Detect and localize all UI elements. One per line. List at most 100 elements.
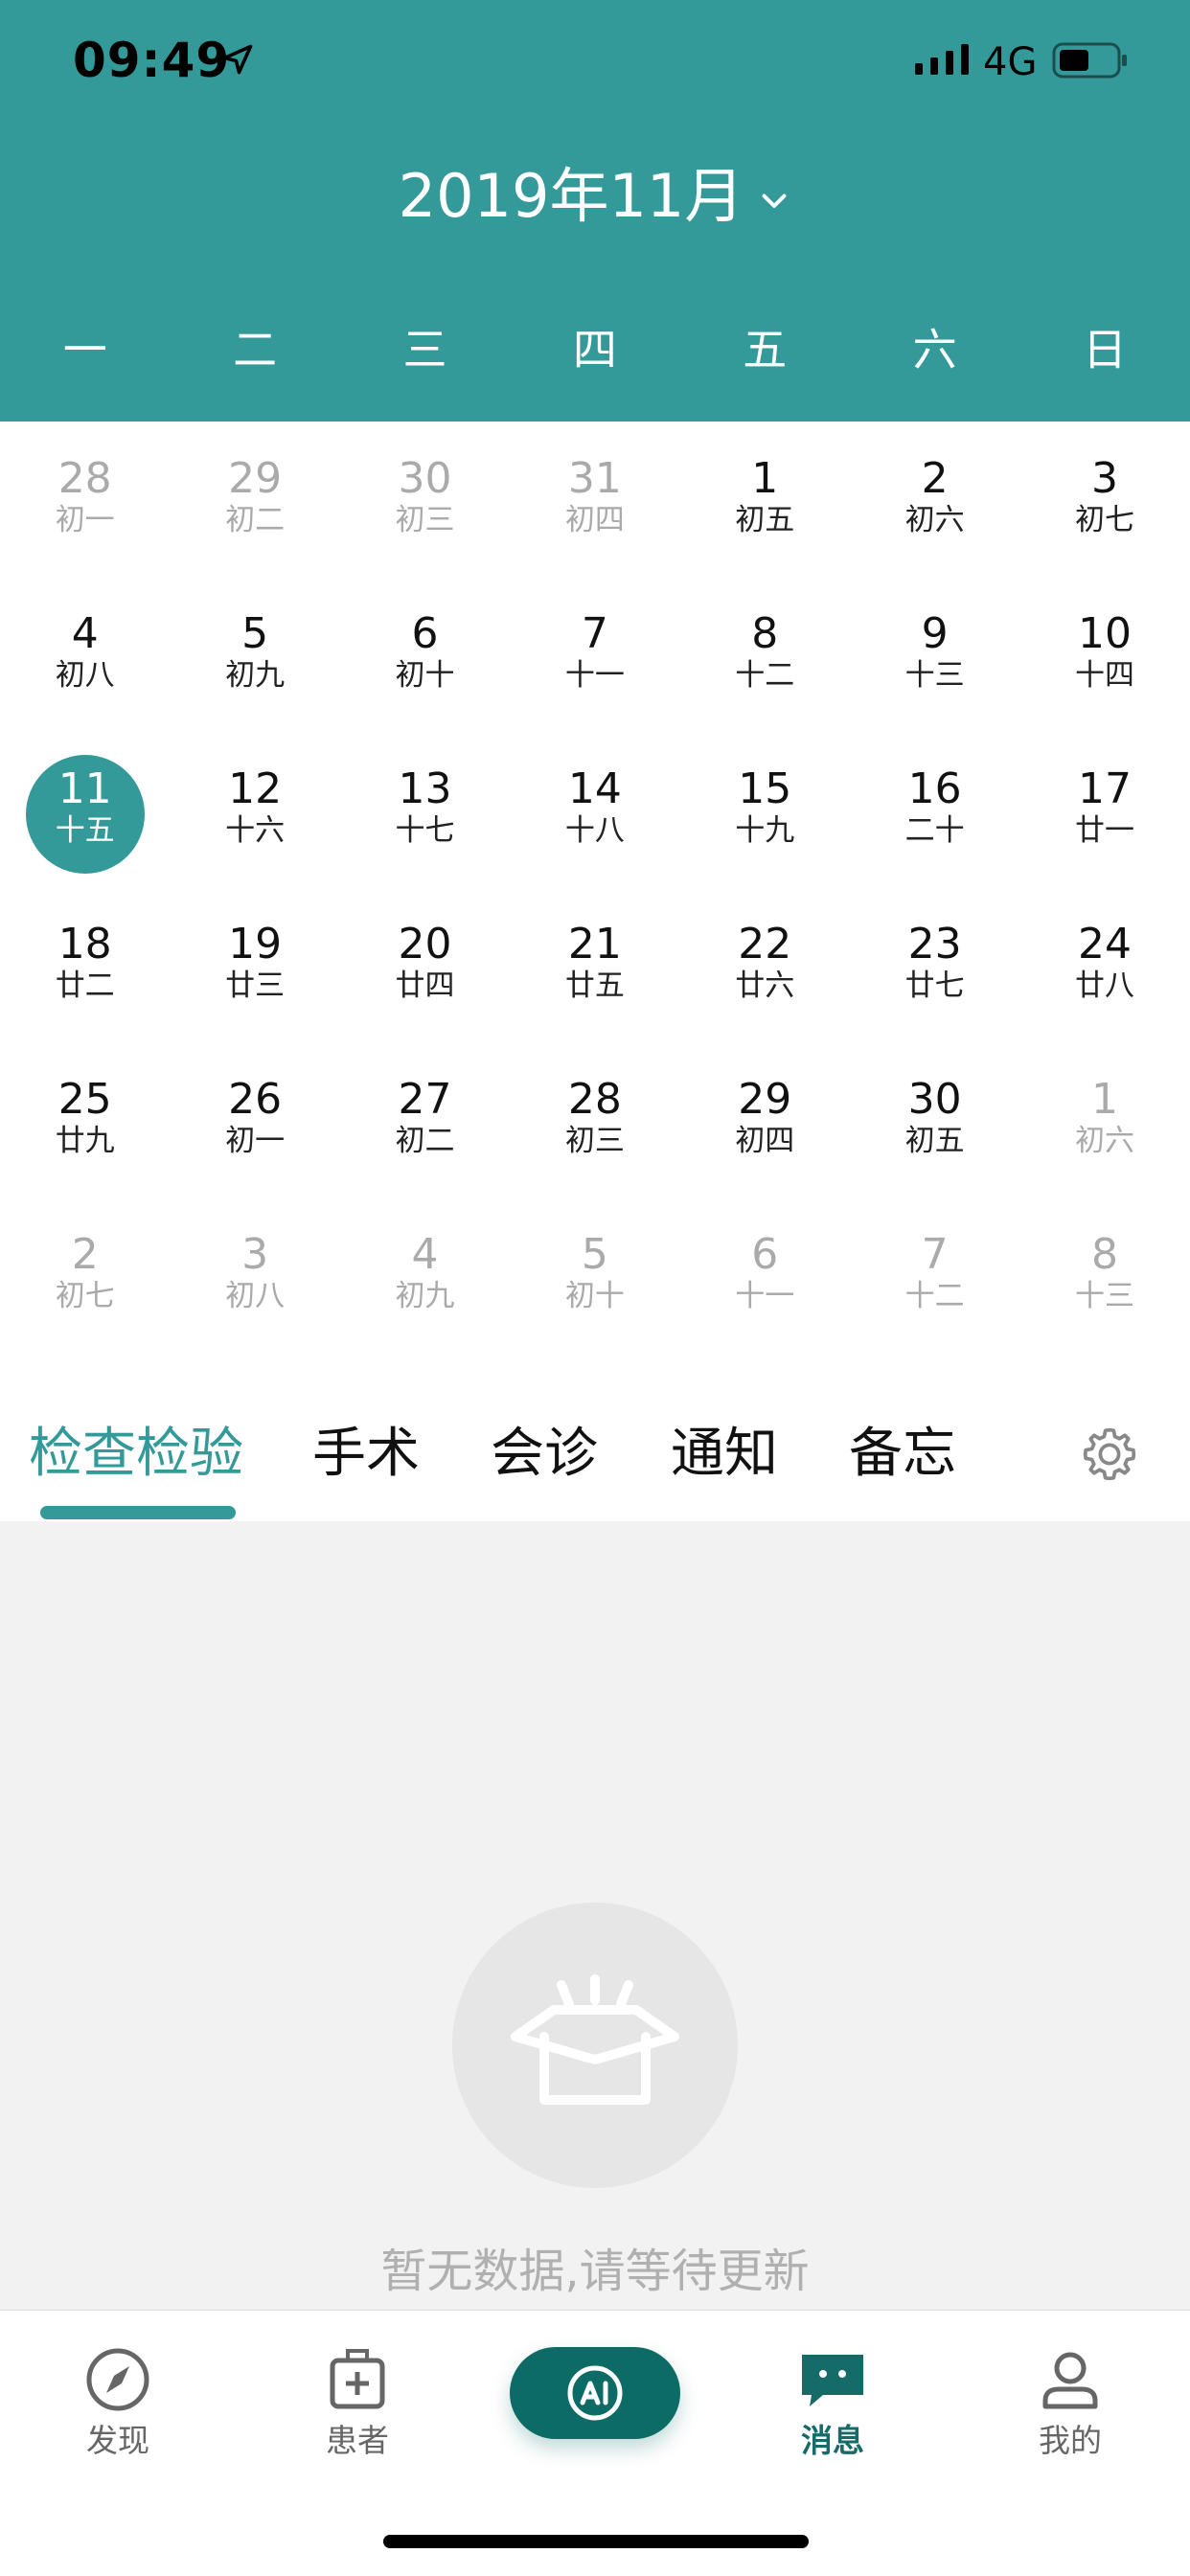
calendar-day[interactable]: 22 廿六 — [680, 887, 850, 1042]
calendar-day[interactable]: 23 廿七 — [850, 887, 1019, 1042]
active-tab-indicator — [40, 1506, 236, 1519]
calendar-day[interactable]: 8 十二 — [680, 577, 850, 732]
day-number: 5 — [581, 1230, 608, 1279]
day-number: 21 — [567, 920, 622, 969]
lunar-date: 廿一 — [1075, 813, 1135, 848]
tab-surgery[interactable]: 手术 — [312, 1418, 420, 1491]
calendar-day[interactable]: 27 初二 — [340, 1042, 510, 1197]
day-number: 7 — [921, 1230, 949, 1279]
day-number: 2 — [921, 454, 949, 503]
lunar-date: 初七 — [55, 1279, 115, 1313]
calendar-day[interactable]: 16 二十 — [850, 732, 1019, 887]
calendar-day[interactable]: 24 廿八 — [1019, 887, 1189, 1042]
calendar-day[interactable]: 3 初八 — [170, 1197, 339, 1353]
calendar-day[interactable]: 4 初九 — [340, 1197, 510, 1353]
weekday-label: 四 — [572, 324, 617, 376]
day-number: 16 — [907, 764, 962, 813]
nav-mine[interactable]: 我的 — [989, 2345, 1152, 2464]
calendar-day[interactable]: 29 初二 — [170, 422, 339, 577]
nav-mine-label: 我的 — [1039, 2422, 1102, 2459]
day-number: 30 — [907, 1075, 962, 1124]
status-bar: 09:49 4G — [0, 0, 1190, 125]
calendar-day[interactable]: 31 初四 — [510, 422, 679, 577]
calendar-day[interactable]: 21 廿五 — [510, 887, 679, 1042]
calendar-day[interactable]: 18 廿二 — [0, 887, 170, 1042]
category-tabs: 检查检验 手术 会诊 通知 备忘 — [0, 1360, 1190, 1523]
calendar-day-selected[interactable]: 11 十五 — [0, 732, 170, 887]
user-icon — [1042, 2352, 1098, 2409]
calendar-day[interactable]: 29 初四 — [680, 1042, 850, 1197]
lunar-date: 初十 — [564, 1279, 625, 1313]
lunar-date: 十一 — [735, 1279, 795, 1313]
calendar-day[interactable]: 7 十二 — [850, 1197, 1019, 1353]
calendar-day[interactable]: 25 廿九 — [0, 1042, 170, 1197]
day-number: 6 — [411, 609, 439, 658]
day-number: 7 — [581, 609, 608, 658]
lunar-date: 十九 — [735, 813, 795, 848]
calendar-day[interactable]: 19 廿三 — [170, 887, 339, 1042]
calendar-day[interactable]: 9 十三 — [850, 577, 1019, 732]
lunar-date: 十一 — [564, 658, 625, 693]
tab-memo[interactable]: 备忘 — [849, 1418, 956, 1491]
lunar-date: 十二 — [904, 1279, 965, 1313]
empty-inbox-icon — [511, 1974, 679, 2105]
calendar-day[interactable]: 1 初六 — [1019, 1042, 1189, 1197]
calendar-day[interactable]: 26 初一 — [170, 1042, 339, 1197]
calendar-day[interactable]: 15 十九 — [680, 732, 850, 887]
calendar-day[interactable]: 20 廿四 — [340, 887, 510, 1042]
lunar-date: 初六 — [1075, 1124, 1135, 1158]
calendar-day[interactable]: 5 初九 — [170, 577, 339, 732]
calendar-day[interactable]: 30 初三 — [340, 422, 510, 577]
lunar-date: 初二 — [225, 503, 286, 537]
day-number: 14 — [567, 764, 622, 813]
day-number: 12 — [228, 764, 283, 813]
day-number: 19 — [228, 920, 283, 969]
tab-exam[interactable]: 检查检验 — [29, 1418, 243, 1491]
lunar-date: 廿三 — [225, 969, 286, 1003]
calendar-day[interactable]: 28 初三 — [510, 1042, 679, 1197]
calendar-week-row: 2 初七 3 初八 4 初九 5 初十 6 十一 7 十二 8 十三 — [0, 1197, 1190, 1353]
tab-consultation[interactable]: 会诊 — [491, 1418, 598, 1491]
calendar-day[interactable]: 2 初七 — [0, 1197, 170, 1353]
day-number: 2 — [71, 1230, 99, 1279]
calendar-day[interactable]: 6 初十 — [340, 577, 510, 732]
day-number: 3 — [1091, 454, 1119, 503]
ai-button[interactable] — [510, 2347, 680, 2439]
calendar-day[interactable]: 10 十四 — [1019, 577, 1189, 732]
nav-messages[interactable]: 消息 — [751, 2345, 914, 2464]
nav-patients[interactable]: 患者 — [276, 2345, 439, 2464]
calendar-day[interactable]: 7 十一 — [510, 577, 679, 732]
calendar-day[interactable]: 28 初一 — [0, 422, 170, 577]
calendar-day[interactable]: 3 初七 — [1019, 422, 1189, 577]
calendar-day[interactable]: 17 廿一 — [1019, 732, 1189, 887]
calendar-day[interactable]: 4 初八 — [0, 577, 170, 732]
calendar-day[interactable]: 8 十三 — [1019, 1197, 1189, 1353]
calendar-day[interactable]: 2 初六 — [850, 422, 1019, 577]
day-number: 8 — [1091, 1230, 1119, 1279]
calendar-day[interactable]: 13 十七 — [340, 732, 510, 887]
lunar-date: 初四 — [564, 503, 625, 537]
calendar-day[interactable]: 6 十一 — [680, 1197, 850, 1353]
day-number: 15 — [738, 764, 792, 813]
lunar-date: 廿四 — [395, 969, 455, 1003]
day-number: 10 — [1078, 609, 1133, 658]
tab-notice[interactable]: 通知 — [671, 1418, 778, 1491]
lunar-date: 廿八 — [1075, 969, 1135, 1003]
lunar-date: 初六 — [904, 503, 965, 537]
lunar-date: 十五 — [55, 813, 115, 848]
day-number: 1 — [751, 454, 779, 503]
weekday-row: 一 二 三 四 五 六 日 — [0, 316, 1190, 383]
calendar-day[interactable]: 14 十八 — [510, 732, 679, 887]
calendar-day[interactable]: 5 初十 — [510, 1197, 679, 1353]
nav-discover-label: 发现 — [86, 2422, 149, 2459]
calendar-day[interactable]: 12 十六 — [170, 732, 339, 887]
calendar-day[interactable]: 1 初五 — [680, 422, 850, 577]
nav-discover[interactable]: 发现 — [36, 2345, 199, 2464]
lunar-date: 初九 — [225, 658, 286, 693]
calendar-day[interactable]: 30 初五 — [850, 1042, 1019, 1197]
month-selector[interactable]: 2019年11月 — [0, 153, 1190, 239]
gear-icon[interactable] — [1079, 1424, 1140, 1485]
day-number: 28 — [57, 454, 112, 503]
day-number: 3 — [241, 1230, 269, 1279]
calendar-grid: 28 初一 29 初二 30 初三 31 初四 1 初五 2 初六 3 初七 4 初八 5 初九 6 初十 7 十一 8 十二… — [0, 422, 1190, 1353]
